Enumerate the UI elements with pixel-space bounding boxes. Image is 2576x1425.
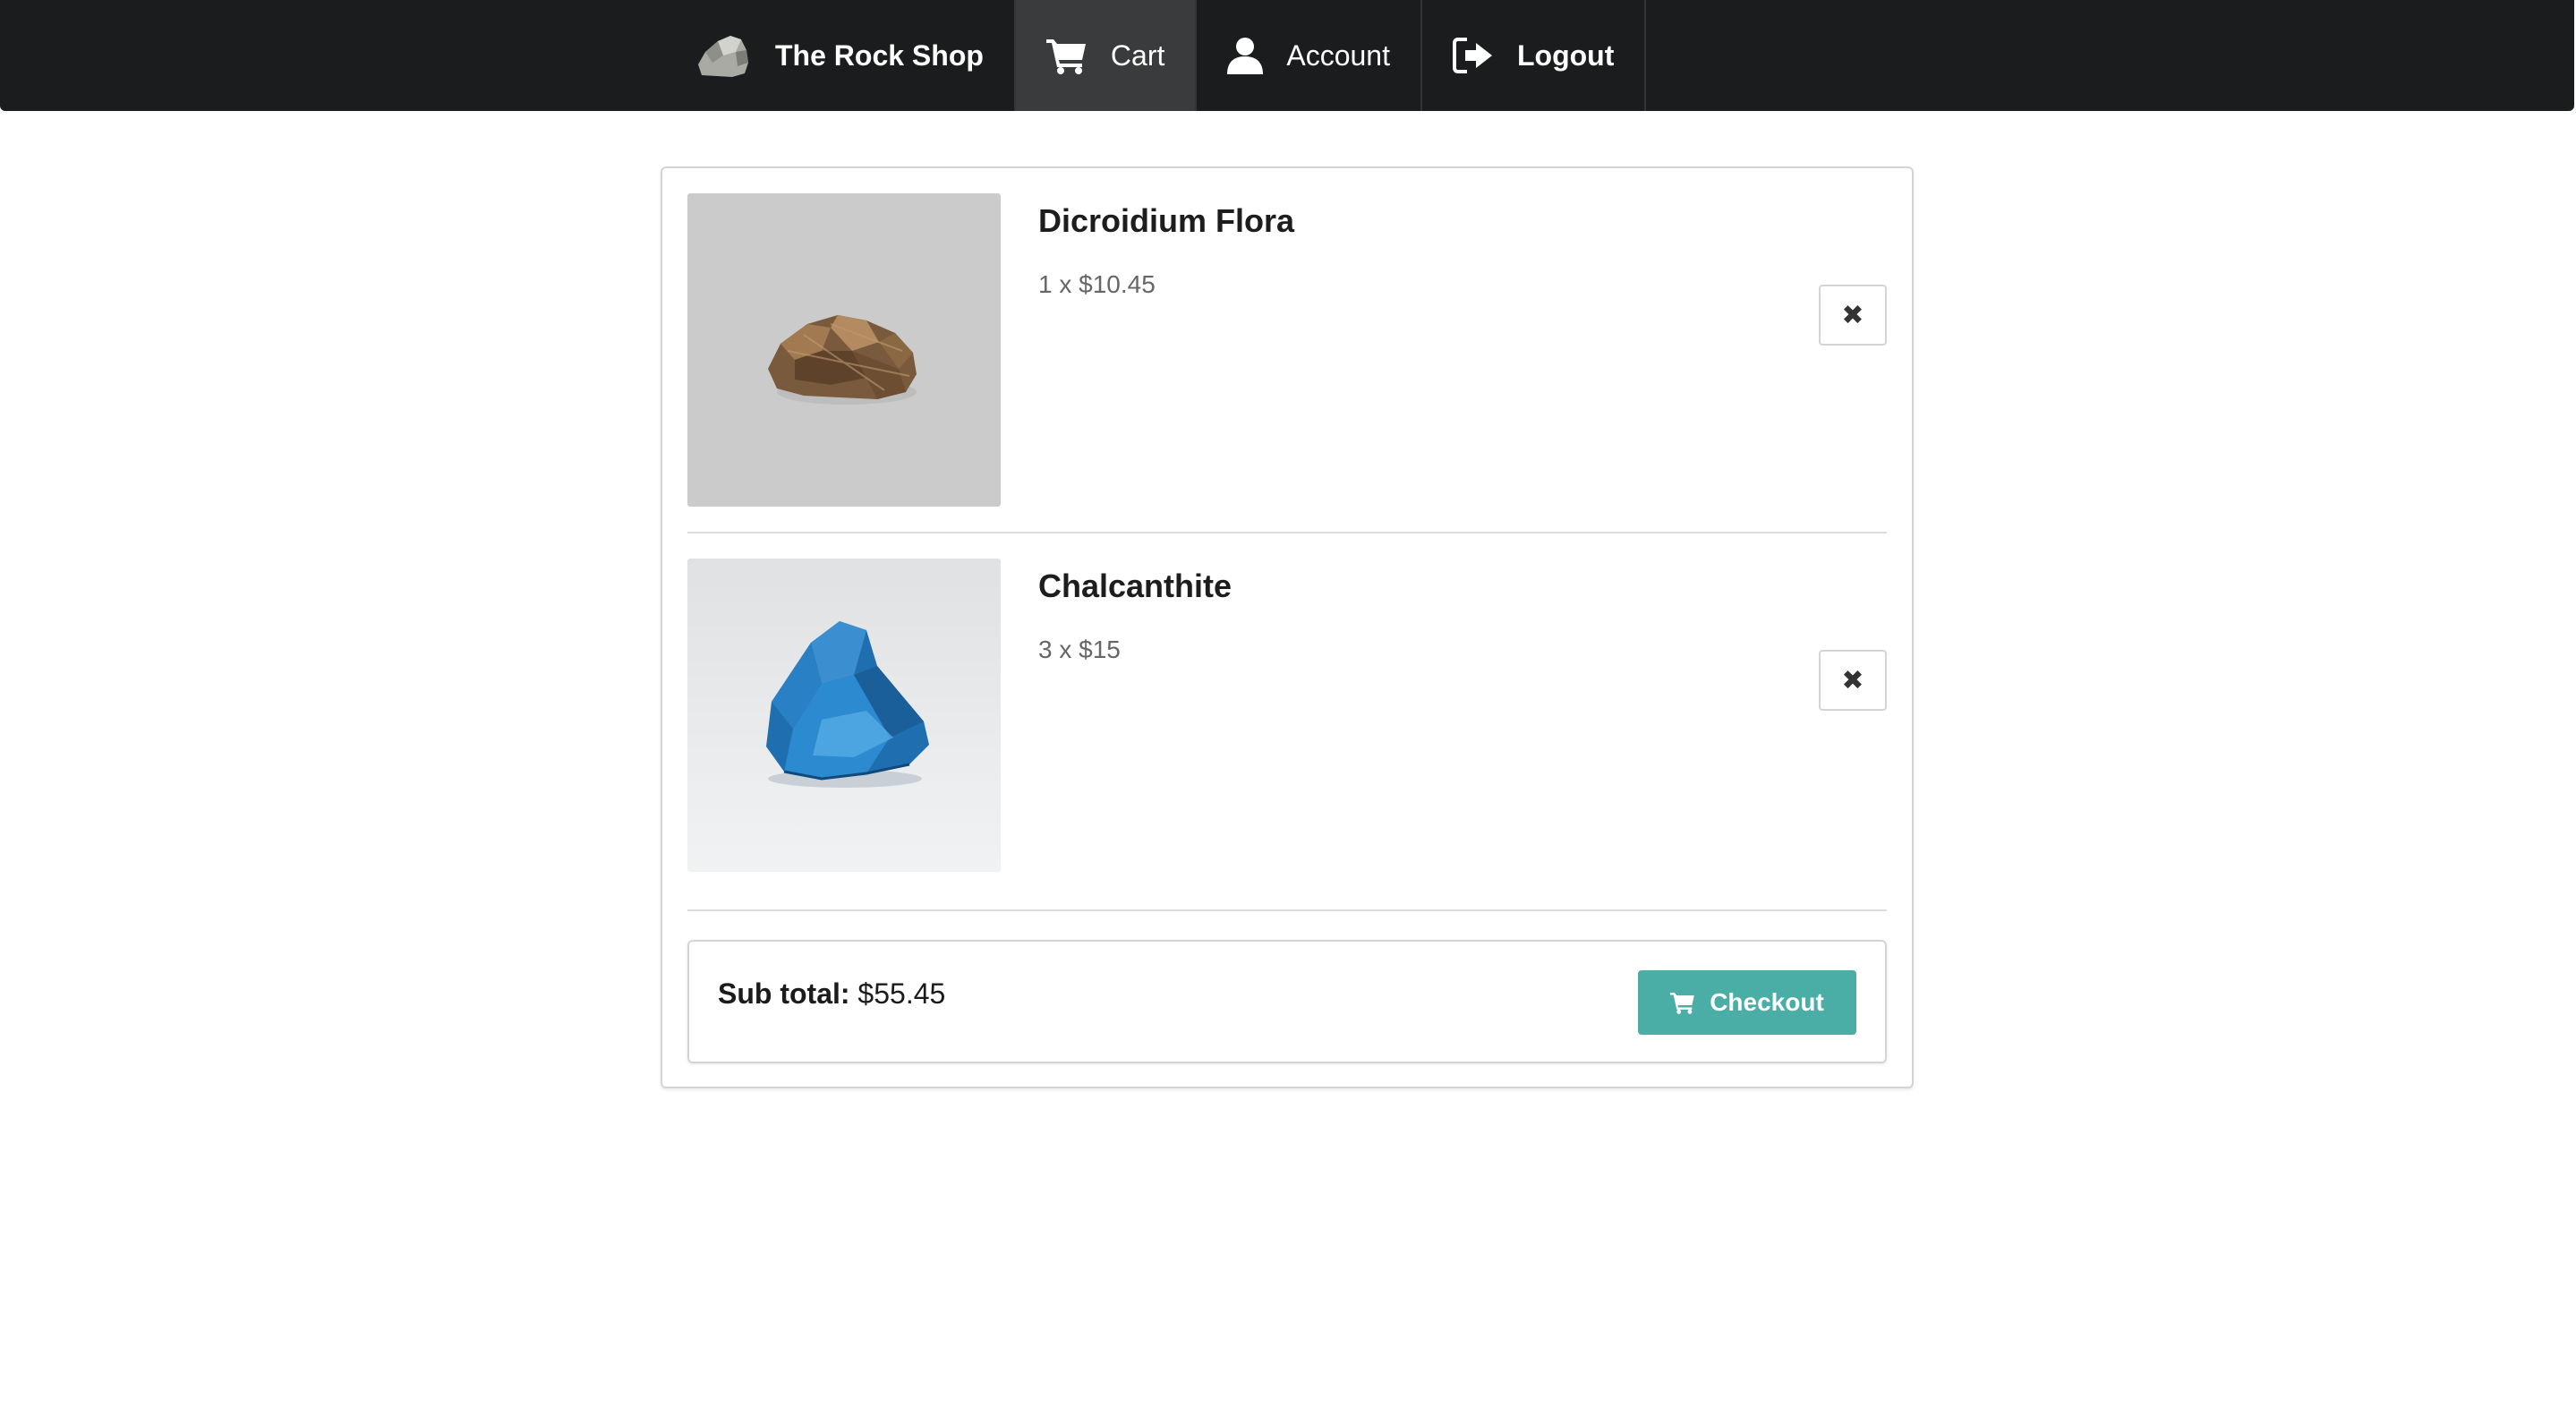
- logout-icon: [1452, 38, 1494, 73]
- cart-icon: [1045, 37, 1088, 74]
- nav-item-cart[interactable]: Cart: [1015, 0, 1198, 111]
- nav-item-account[interactable]: Account: [1197, 0, 1422, 111]
- subtotal-value: $55.45: [857, 977, 946, 1010]
- product-image-chalcanthite[interactable]: [687, 559, 1001, 872]
- cart-panel: Dicroidium Flora 1 x $10.45 ✖ Chalcanthi…: [661, 166, 1914, 1088]
- top-navbar: The Rock Shop Cart Account Logout: [0, 0, 2574, 111]
- remove-item-button[interactable]: ✖: [1819, 285, 1887, 346]
- item-divider: [687, 909, 1887, 911]
- remove-item-button[interactable]: ✖: [1819, 650, 1887, 711]
- cart-icon: [1670, 991, 1695, 1014]
- close-icon: ✖: [1841, 300, 1864, 330]
- user-icon: [1227, 37, 1264, 74]
- checkout-button[interactable]: Checkout: [1638, 970, 1856, 1035]
- subtotal-panel: Sub total: $55.45 Checkout: [687, 940, 1887, 1063]
- nav-item-logout-label: Logout: [1516, 38, 1615, 72]
- checkout-label: Checkout: [1710, 988, 1824, 1016]
- subtotal-label: Sub total:: [718, 977, 850, 1010]
- nav-menu: The Rock Shop Cart Account Logout: [668, 0, 1647, 111]
- rock-icon: [696, 32, 752, 79]
- product-image-dicroidium[interactable]: [687, 193, 1001, 507]
- subtotal-text: Sub total: $55.45: [718, 977, 945, 1011]
- item-quantity-price: 3 x $15: [1038, 636, 1121, 663]
- nav-item-logout[interactable]: Logout: [1422, 0, 1647, 111]
- item-divider: [687, 532, 1887, 533]
- item-name: Dicroidium Flora: [1038, 202, 1295, 239]
- item-quantity-price: 1 x $10.45: [1038, 270, 1156, 298]
- close-icon: ✖: [1841, 665, 1864, 695]
- item-name: Chalcanthite: [1038, 567, 1233, 604]
- nav-brand-label: The Rock Shop: [775, 38, 984, 72]
- nav-brand[interactable]: The Rock Shop: [668, 0, 1016, 111]
- nav-item-cart-label: Cart: [1110, 38, 1165, 72]
- nav-item-account-label: Account: [1286, 38, 1390, 72]
